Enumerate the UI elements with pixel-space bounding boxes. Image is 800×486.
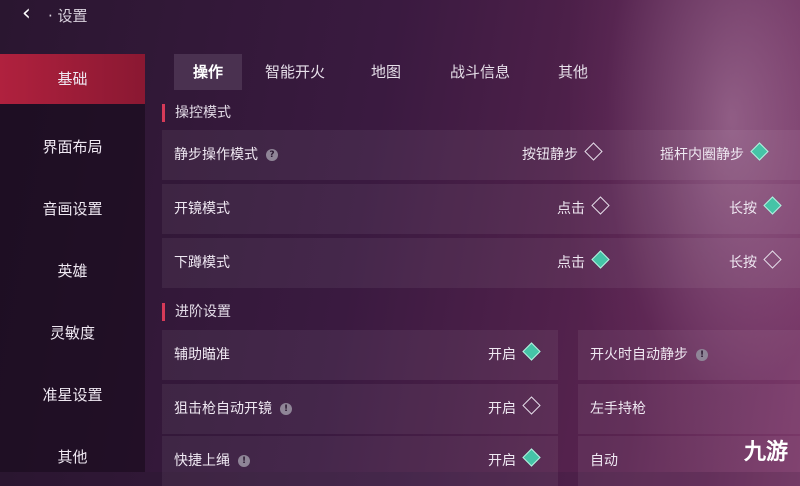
diamond-checkbox-checked-icon[interactable] — [591, 250, 610, 269]
help-icon[interactable]: ? — [266, 149, 278, 161]
option-scope-tap[interactable]: 点击 — [557, 184, 610, 234]
sidebar: 基础 界面布局 音画设置 英雄 灵敏度 准星设置 其他 — [0, 54, 145, 472]
setting-row-sniper-auto-scope: 狙击枪自动开镜! 开启 — [162, 384, 558, 434]
sidebar-item-other[interactable]: 其他 — [0, 432, 145, 482]
diamond-checkbox-checked-icon[interactable] — [522, 342, 541, 361]
option-scope-hold[interactable]: 长按 — [729, 184, 782, 234]
top-bar: ‹ · 设置 — [0, 0, 800, 28]
sidebar-item-basic[interactable]: 基础 — [0, 54, 145, 104]
info-icon[interactable]: ! — [280, 403, 292, 415]
page-title: · 设置 — [48, 7, 88, 25]
setting-row-scope-mode: 开镜模式 点击 长按 — [162, 184, 800, 234]
tab-map[interactable]: 地图 — [358, 54, 414, 90]
tab-battle-info[interactable]: 战斗信息 — [436, 54, 524, 90]
watermark-logo: 九游 — [743, 440, 788, 465]
diamond-checkbox-checked-icon[interactable] — [522, 448, 541, 467]
setting-row-fire-auto-silent: 开火时自动静步! — [578, 330, 800, 380]
tab-smart-fire[interactable]: 智能开火 — [252, 54, 338, 90]
diamond-checkbox-icon[interactable] — [763, 250, 782, 269]
toggle-sniper-auto-scope[interactable]: 开启 — [488, 384, 541, 434]
setting-row-left-hand: 左手持枪 — [578, 384, 800, 434]
setting-row-crouch-mode: 下蹲模式 点击 长按 — [162, 238, 800, 288]
info-icon[interactable]: ! — [238, 455, 250, 467]
diamond-checkbox-icon[interactable] — [591, 196, 610, 215]
section-title-advanced: 进阶设置 — [162, 303, 231, 321]
option-crouch-tap[interactable]: 点击 — [557, 238, 610, 288]
sidebar-item-sensitivity[interactable]: 灵敏度 — [0, 308, 145, 358]
diamond-checkbox-checked-icon[interactable] — [750, 142, 769, 161]
sidebar-item-hero[interactable]: 英雄 — [0, 246, 145, 296]
section-title-control: 操控模式 — [162, 104, 231, 122]
sidebar-item-layout[interactable]: 界面布局 — [0, 122, 145, 172]
setting-row-aim-assist: 辅助瞄准 开启 — [162, 330, 558, 380]
option-button-silent[interactable]: 按钮静步 — [522, 130, 603, 180]
diamond-checkbox-icon[interactable] — [522, 396, 541, 415]
diamond-checkbox-checked-icon[interactable] — [763, 196, 782, 215]
sidebar-item-audio-video[interactable]: 音画设置 — [0, 184, 145, 234]
option-crouch-hold[interactable]: 长按 — [729, 238, 782, 288]
sidebar-item-crosshair[interactable]: 准星设置 — [0, 370, 145, 420]
tab-bar: 操作 智能开火 地图 战斗信息 其他 — [160, 54, 800, 90]
setting-row-quick-rope: 快捷上绳! 开启 — [162, 436, 558, 486]
tab-operation[interactable]: 操作 — [174, 54, 242, 90]
diamond-checkbox-icon[interactable] — [584, 142, 603, 161]
info-icon[interactable]: ! — [696, 349, 708, 361]
tab-other[interactable]: 其他 — [544, 54, 602, 90]
back-arrow-icon[interactable]: ‹ — [22, 1, 31, 26]
setting-row-silent-step: 静步操作模式? 按钮静步 摇杆内圈静步 — [162, 130, 800, 180]
option-joystick-silent[interactable]: 摇杆内圈静步 — [660, 130, 769, 180]
toggle-aim-assist[interactable]: 开启 — [488, 330, 541, 380]
toggle-quick-rope[interactable]: 开启 — [488, 436, 541, 486]
